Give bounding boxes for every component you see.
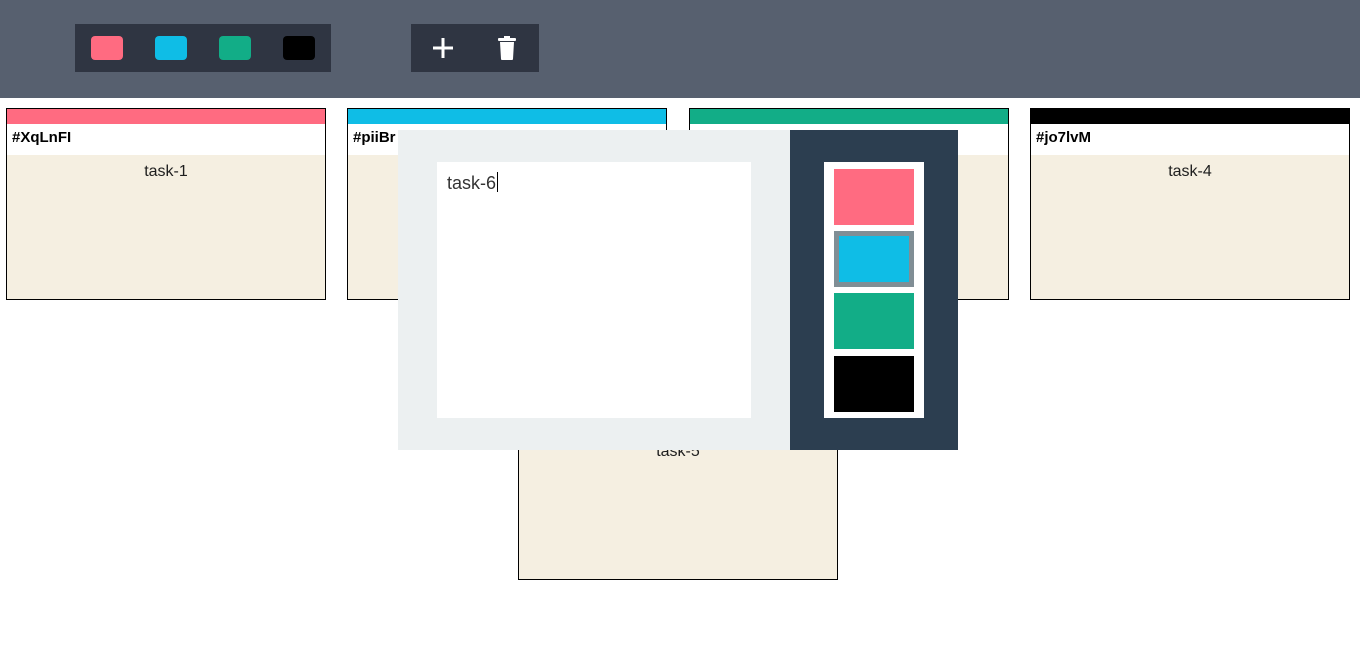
filter-green-button[interactable] (219, 36, 251, 60)
ticket-color-strip[interactable] (1031, 109, 1349, 124)
action-group (411, 24, 539, 72)
color-filter-group (75, 24, 331, 72)
ticket-task: task-4 (1168, 163, 1212, 180)
priority-green-option[interactable] (834, 293, 914, 349)
priority-color-list (824, 162, 924, 418)
filter-pink-button[interactable] (91, 36, 123, 60)
text-caret (497, 172, 499, 192)
filter-black-button[interactable] (283, 36, 315, 60)
priority-black-option[interactable] (834, 356, 914, 412)
ticket-color-strip[interactable] (7, 109, 325, 124)
delete-ticket-button[interactable] (491, 32, 523, 64)
ticket-card[interactable]: #jo7lvM task-4 (1030, 108, 1350, 300)
filter-blue-button[interactable] (155, 36, 187, 60)
trash-icon (498, 36, 516, 60)
task-textarea[interactable]: task-6 (437, 162, 751, 418)
priority-pink-option[interactable] (834, 169, 914, 225)
ticket-color-strip[interactable] (690, 109, 1008, 124)
priority-panel (790, 130, 958, 450)
task-text: task-6 (447, 173, 497, 193)
create-ticket-modal: task-6 (398, 130, 958, 450)
ticket-id: #XqLnFI (7, 124, 325, 155)
ticket-card[interactable]: #XqLnFI task-1 (6, 108, 326, 300)
priority-blue-option[interactable] (834, 231, 914, 287)
ticket-task: task-1 (144, 163, 188, 180)
add-ticket-button[interactable] (427, 32, 459, 64)
ticket-color-strip[interactable] (348, 109, 666, 124)
toolbar (0, 0, 1360, 98)
ticket-id: #jo7lvM (1031, 124, 1349, 155)
plus-icon (433, 38, 453, 58)
